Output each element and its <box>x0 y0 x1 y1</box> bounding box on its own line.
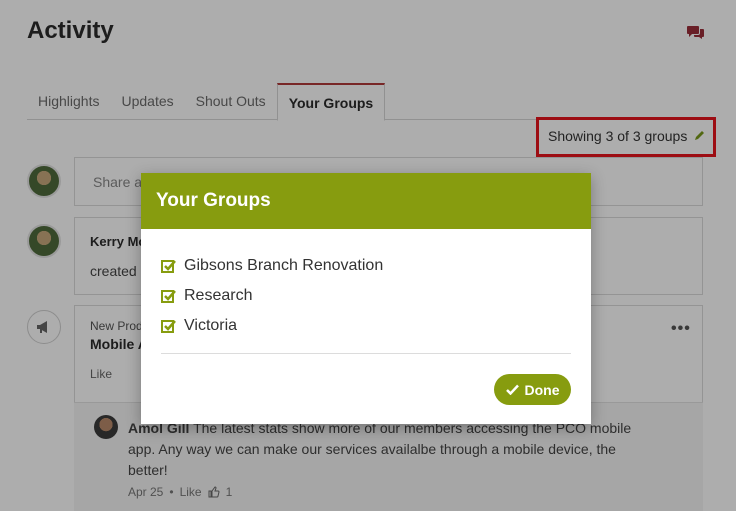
group-label: Victoria <box>184 317 238 334</box>
group-option[interactable]: Victoria <box>161 311 383 341</box>
group-option[interactable]: Gibsons Branch Renovation <box>161 251 383 281</box>
checkbox-checked-icon[interactable] <box>161 289 176 304</box>
group-option[interactable]: Research <box>161 281 383 311</box>
group-label: Gibsons Branch Renovation <box>184 257 384 274</box>
checkmark-icon <box>505 384 519 395</box>
your-groups-modal: Your Groups Gibsons Branch Renovation Re… <box>141 173 591 424</box>
done-button[interactable]: Done <box>494 374 571 405</box>
done-label: Done <box>524 381 560 398</box>
checkbox-checked-icon[interactable] <box>161 319 176 334</box>
checkbox-checked-icon[interactable] <box>161 259 176 274</box>
modal-title: Your Groups <box>141 173 591 229</box>
group-label: Research <box>184 287 253 304</box>
modal-divider <box>161 353 571 354</box>
group-list: Gibsons Branch Renovation Research Victo… <box>161 251 383 341</box>
